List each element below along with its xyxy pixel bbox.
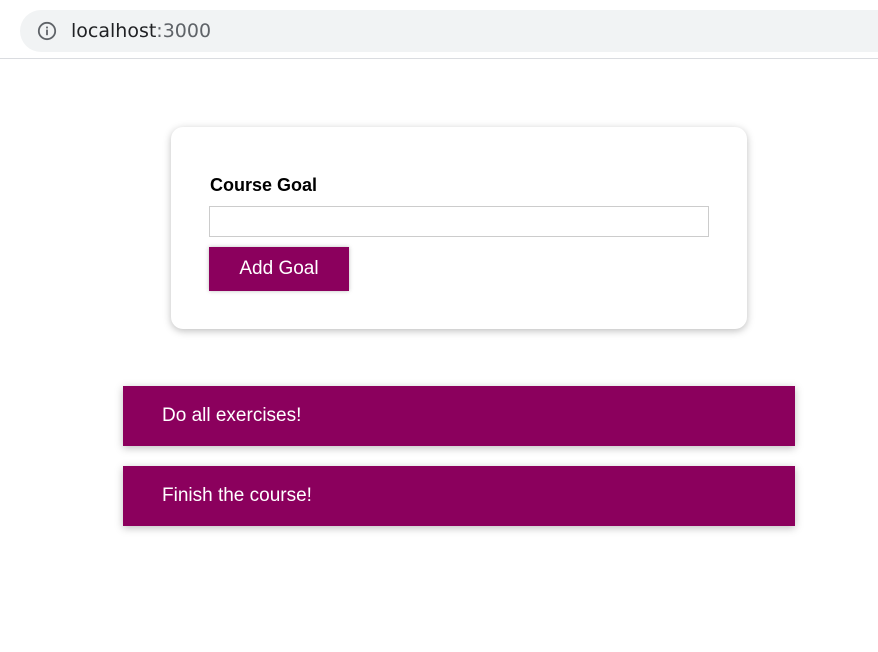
url-port: :3000 — [156, 20, 212, 42]
add-goal-button[interactable]: Add Goal — [209, 247, 349, 291]
info-icon[interactable] — [37, 21, 57, 41]
goal-item[interactable]: Finish the course! — [123, 466, 795, 526]
url-text[interactable]: localhost:3000 — [71, 19, 211, 43]
browser-toolbar: localhost:3000 — [0, 0, 878, 59]
course-goal-label: Course Goal — [210, 175, 318, 195]
goal-form-card: Course Goal Add Goal — [171, 127, 747, 329]
goal-list: Do all exercises! Finish the course! — [123, 386, 795, 546]
address-bar[interactable]: localhost:3000 — [20, 10, 878, 52]
goal-item[interactable]: Do all exercises! — [123, 386, 795, 446]
course-goal-input[interactable] — [209, 206, 709, 237]
url-host: localhost — [71, 20, 157, 42]
